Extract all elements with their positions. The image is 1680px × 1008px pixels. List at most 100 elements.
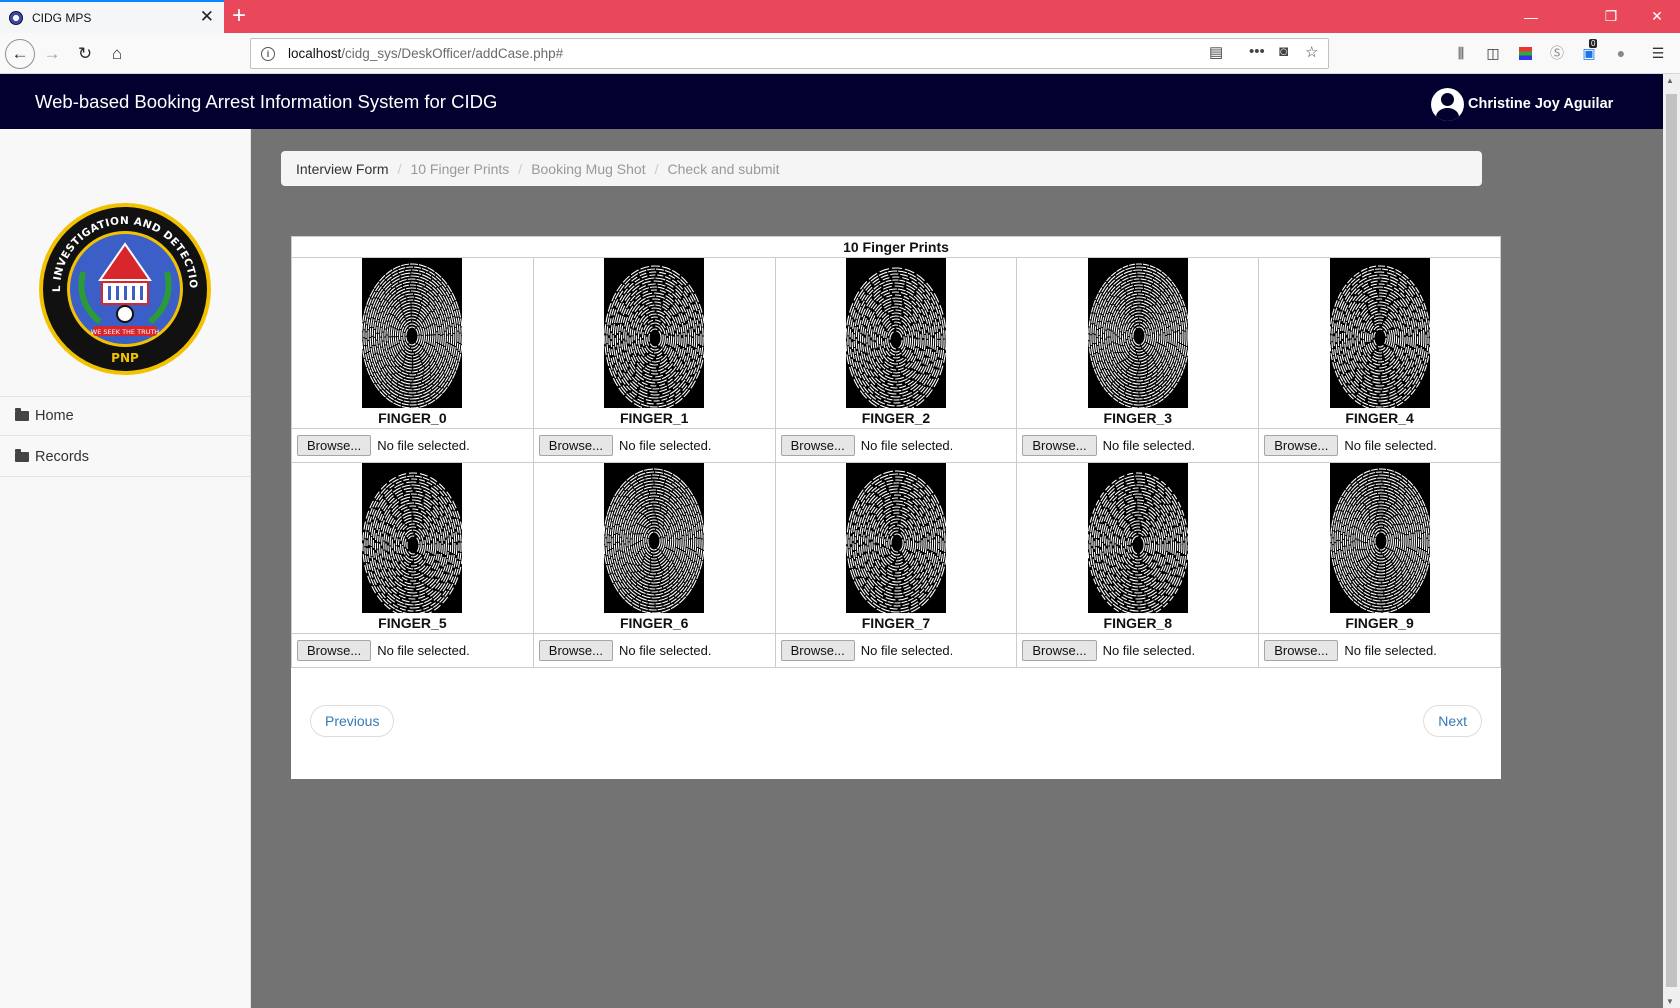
browser-tab[interactable]: CIDG MPS ✕	[0, 0, 224, 33]
browse-button[interactable]: Browse...	[1022, 435, 1097, 456]
fingerprint-cell: FINGER_6	[532, 462, 776, 634]
new-tab-icon[interactable]: +	[232, 3, 246, 29]
page-actions-icon[interactable]: •••	[1249, 43, 1265, 60]
browse-button[interactable]: Browse...	[297, 640, 372, 661]
home-icon[interactable]: ⌂	[104, 41, 130, 67]
fingerprint-image	[362, 258, 463, 408]
breadcrumb-separator: /	[518, 160, 523, 177]
fingerprint-label: FINGER_1	[619, 410, 689, 426]
scroll-up-icon[interactable]: ▲	[1666, 76, 1674, 85]
file-input[interactable]: Browse... No file selected.	[291, 428, 534, 463]
next-button[interactable]: Next	[1423, 705, 1482, 737]
fingerprint-table: 10 Finger Prints FINGER_0 FINGER_1 FINGER_…	[291, 236, 1501, 668]
sidebar-toggle-icon[interactable]: ◫	[1484, 44, 1502, 62]
fingerprint-table-title: 10 Finger Prints	[291, 236, 1501, 258]
scroll-thumb[interactable]	[1666, 94, 1677, 987]
window-close-icon[interactable]: ✕	[1634, 0, 1680, 33]
fingerprint-cell: FINGER_4	[1258, 257, 1501, 429]
file-input[interactable]: Browse... No file selected.	[1016, 633, 1260, 668]
no-file-text: No file selected.	[1344, 438, 1437, 453]
fingerprint-image	[1087, 258, 1188, 408]
sidebar: CRIMINAL INVESTIGATION AND DETECTION GRO…	[0, 129, 251, 1008]
fingerprint-cell: FINGER_1	[532, 257, 776, 429]
fingerprint-image	[1329, 258, 1430, 408]
fingerprint-cell: FINGER_0	[291, 257, 534, 429]
user-avatar-icon[interactable]	[1431, 88, 1464, 121]
extension-bulb-icon[interactable]: ●	[1612, 44, 1630, 62]
menu-icon[interactable]: ☰	[1649, 44, 1667, 62]
browser-tab-bar: CIDG MPS ✕ + — ❐ ✕	[0, 0, 1680, 33]
fingerprint-card: 10 Finger Prints FINGER_0 FINGER_1 FINGER_…	[291, 236, 1501, 779]
url-host: localhost	[288, 46, 342, 61]
sidebar-item-home[interactable]: Home	[0, 396, 250, 436]
minimize-icon[interactable]: —	[1508, 0, 1554, 33]
file-input[interactable]: Browse... No file selected.	[774, 633, 1018, 668]
fingerprint-cell: FINGER_3	[1016, 257, 1260, 429]
fingerprint-label: FINGER_2	[861, 410, 931, 426]
back-icon[interactable]: ←	[5, 39, 35, 69]
fingerprint-image	[845, 463, 946, 613]
browse-button[interactable]: Browse...	[1022, 640, 1097, 661]
extension-s-icon[interactable]: Ⓢ	[1548, 44, 1566, 62]
browse-button[interactable]: Browse...	[780, 435, 855, 456]
reader-view-icon[interactable]: ▤	[1209, 43, 1223, 61]
fingerprint-cell: FINGER_2	[774, 257, 1018, 429]
bookmark-star-icon[interactable]: ☆	[1305, 43, 1318, 61]
file-input[interactable]: Browse... No file selected.	[291, 633, 534, 668]
fingerprint-cell: FINGER_9	[1258, 462, 1501, 634]
fingerprint-cell: FINGER_5	[291, 462, 534, 634]
no-file-text: No file selected.	[618, 643, 712, 658]
no-file-text: No file selected.	[1102, 643, 1196, 658]
file-input[interactable]: Browse... No file selected.	[774, 428, 1018, 463]
logo-motto: WE SEEK THE TRUTH	[91, 328, 160, 336]
info-icon[interactable]: i	[261, 46, 275, 61]
breadcrumb-finger-prints[interactable]: 10 Finger Prints	[410, 161, 509, 177]
fingerprint-label: FINGER_4	[1345, 410, 1414, 426]
no-file-text: No file selected.	[860, 438, 954, 453]
library-icon[interactable]: ⫼	[1452, 44, 1470, 62]
logo-bottom-text: PNP	[111, 351, 139, 365]
breadcrumb-check-submit[interactable]: Check and submit	[667, 161, 779, 177]
file-input[interactable]: Browse... No file selected.	[532, 633, 776, 668]
browse-button[interactable]: Browse...	[1264, 435, 1339, 456]
fingerprint-label: FINGER_5	[378, 615, 447, 631]
no-file-text: No file selected.	[618, 438, 712, 453]
pocket-icon[interactable]: ◙	[1279, 43, 1288, 60]
url-path: /cidg_sys/DeskOfficer/addCase.php#	[341, 46, 564, 61]
previous-button[interactable]: Previous	[310, 705, 395, 737]
no-file-text: No file selected.	[1102, 438, 1196, 453]
browse-button[interactable]: Browse...	[538, 435, 613, 456]
breadcrumb-interview-form[interactable]: Interview Form	[296, 161, 389, 177]
browse-button[interactable]: Browse...	[1264, 640, 1339, 661]
breadcrumb-separator: /	[654, 160, 659, 177]
badge-count: 0	[1589, 39, 1598, 48]
browse-button[interactable]: Browse...	[297, 435, 372, 456]
forward-icon[interactable]: →	[39, 41, 65, 67]
file-input[interactable]: Browse... No file selected.	[1258, 428, 1501, 463]
sidebar-item-label: Records	[35, 448, 89, 465]
scroll-down-icon[interactable]: ▼	[1666, 997, 1674, 1006]
close-tab-icon[interactable]: ✕	[200, 8, 214, 26]
fingerprint-label: FINGER_0	[378, 410, 447, 426]
user-name[interactable]: Christine Joy Aguilar	[1468, 96, 1613, 112]
file-input[interactable]: Browse... No file selected.	[1016, 428, 1260, 463]
reload-icon[interactable]: ↻	[72, 41, 98, 67]
sidebar-item-records[interactable]: Records	[0, 437, 250, 477]
sidebar-item-label: Home	[35, 408, 74, 424]
breadcrumb-mug-shot[interactable]: Booking Mug Shot	[531, 161, 645, 177]
fingerprint-image	[1329, 463, 1430, 613]
fingerprint-cell: FINGER_7	[774, 462, 1018, 634]
app-header: Web-based Booking Arrest Information Sys…	[0, 74, 1663, 129]
page-scrollbar[interactable]: ▲ ▼	[1663, 74, 1680, 1008]
url-bar[interactable]: i localhost/cidg_sys/DeskOfficer/addCase…	[250, 38, 1329, 69]
browse-button[interactable]: Browse...	[538, 640, 613, 661]
file-input[interactable]: Browse... No file selected.	[1258, 633, 1501, 668]
extension-notification-icon[interactable]: ▣ 0	[1580, 39, 1598, 62]
fingerprint-image	[362, 463, 463, 613]
file-input[interactable]: Browse... No file selected.	[532, 428, 776, 463]
restore-icon[interactable]: ❐	[1588, 0, 1634, 33]
extension-colors-icon[interactable]	[1516, 44, 1534, 62]
fingerprint-label: FINGER_3	[1103, 410, 1173, 426]
folder-open-icon	[15, 448, 29, 462]
browse-button[interactable]: Browse...	[780, 640, 855, 661]
